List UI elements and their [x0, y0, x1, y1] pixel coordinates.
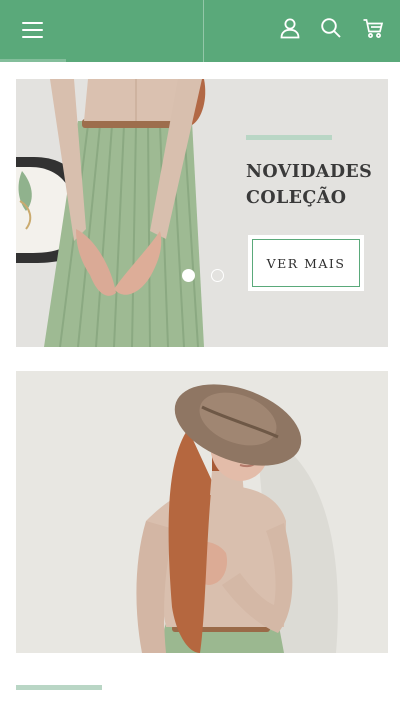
hero-carousel[interactable]: NOVIDADES COLEÇÃO VER MAIS [16, 79, 388, 347]
ver-mais-label: VER MAIS [252, 239, 360, 287]
carousel-pagination [182, 269, 224, 282]
search-icon[interactable] [318, 14, 344, 42]
hero-photo-woman-green-skirt [16, 79, 388, 347]
top-navigation-bar [0, 0, 400, 62]
hamburger-menu-icon[interactable] [18, 17, 48, 45]
cart-icon[interactable] [360, 14, 386, 42]
photo-woman-with-hat [16, 371, 388, 653]
carousel-title-line1: NOVIDADES [246, 162, 373, 182]
user-icon[interactable] [277, 14, 303, 42]
carousel-title: NOVIDADES COLEÇÃO [246, 159, 386, 211]
accent-bar [246, 135, 332, 140]
carousel-title-line2: COLEÇÃO [246, 188, 347, 208]
secondary-banner[interactable] [16, 371, 388, 653]
header-divider [203, 0, 204, 62]
carousel-dot-1[interactable] [182, 269, 195, 282]
ver-mais-button[interactable]: VER MAIS [248, 235, 364, 291]
menu-underline [0, 59, 66, 62]
section-accent-bar [16, 685, 102, 690]
carousel-dot-2[interactable] [211, 269, 224, 282]
